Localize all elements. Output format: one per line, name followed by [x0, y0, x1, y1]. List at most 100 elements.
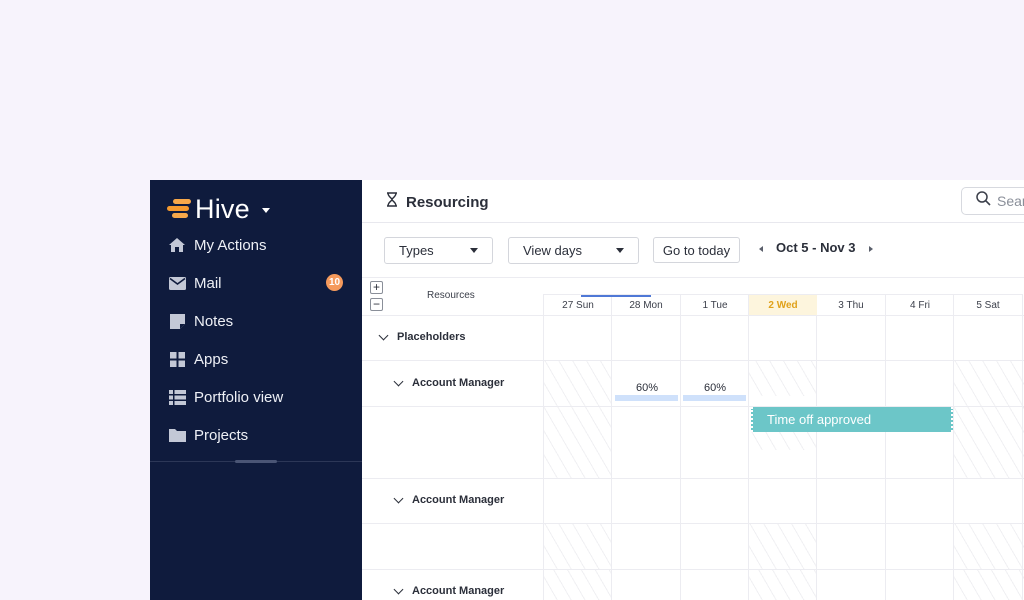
resource-row-account-manager[interactable]: Account Manager	[393, 584, 505, 597]
nonworking-cell	[954, 360, 1024, 406]
grid-line	[680, 294, 681, 600]
resource-row-account-manager[interactable]: Account Manager	[393, 376, 505, 389]
nonworking-cell	[544, 570, 611, 600]
grid-line	[1022, 294, 1023, 600]
sidebar-resize-handle[interactable]	[235, 460, 277, 463]
grid-line	[611, 294, 612, 600]
apps-icon	[168, 350, 186, 368]
folder-icon	[168, 426, 186, 444]
grid-line	[748, 294, 749, 600]
nonworking-cell	[954, 570, 1024, 600]
view-days-dropdown[interactable]: View days	[508, 237, 639, 264]
grid-line	[362, 478, 1024, 479]
previous-range-icon[interactable]	[759, 246, 763, 252]
resource-label: Account Manager	[412, 494, 505, 506]
allocation-bar	[615, 395, 678, 401]
time-off-block[interactable]: Time off approved	[751, 407, 953, 432]
types-dropdown-label: Types	[399, 243, 434, 258]
grid-line	[362, 360, 1024, 361]
sidebar-item-label: Portfolio view	[194, 388, 284, 406]
nonworking-cell	[749, 523, 817, 569]
nonworking-cell	[544, 406, 611, 478]
allocation-block[interactable]: 60%	[615, 379, 679, 405]
sidebar-item-label: Notes	[194, 312, 234, 330]
sidebar-item-mail[interactable]: Mail 10	[150, 264, 362, 302]
grid-line	[885, 294, 886, 600]
next-range-icon[interactable]	[869, 246, 873, 252]
day-header: 3 Thu	[817, 294, 885, 315]
sidebar-item-projects[interactable]: Projects	[150, 416, 362, 454]
nonworking-cell	[749, 360, 816, 396]
allocation-block[interactable]: 60%	[683, 379, 747, 405]
hourglass-icon	[386, 192, 398, 212]
day-header: 4 Fri	[886, 294, 954, 315]
day-header: 27 Sun	[544, 294, 612, 315]
resource-grid: + − Resources 27 Sun 28 Mon 1 Tue 2 Wed …	[362, 278, 1024, 600]
chevron-down-icon	[393, 493, 404, 503]
types-dropdown[interactable]: Types	[384, 237, 493, 264]
nonworking-cell	[544, 360, 611, 406]
chevron-down-icon	[470, 248, 478, 253]
search-icon	[976, 191, 991, 211]
sidebar-item-label: Projects	[194, 426, 249, 444]
search-placeholder: Search	[997, 193, 1024, 209]
group-label: Placeholders	[397, 331, 466, 343]
view-days-dropdown-label: View days	[523, 243, 583, 258]
allocation-percent: 60%	[635, 382, 659, 394]
page-header: Resourcing Search	[362, 180, 1024, 223]
sidebar-item-label: Apps	[194, 350, 229, 368]
unread-count-badge: 10	[326, 274, 343, 291]
chevron-down-icon	[393, 376, 404, 386]
resource-row-account-manager[interactable]: Account Manager	[393, 493, 505, 506]
nonworking-cell	[544, 523, 611, 569]
grid-line	[362, 523, 1024, 524]
workspace-switcher[interactable]: Hive	[167, 194, 270, 224]
app-name: Hive	[195, 193, 250, 224]
date-range-label: Oct 5 - Nov 3	[776, 240, 856, 255]
sidebar-nav: My Actions Mail 10 Notes Apps Portfolio …	[150, 226, 362, 454]
app-window: Hive My Actions Mail 10 Notes Apps Portf…	[150, 180, 1024, 600]
chevron-down-icon	[393, 584, 404, 594]
sidebar-item-label: My Actions	[194, 236, 267, 254]
sidebar-item-notes[interactable]: Notes	[150, 302, 362, 340]
allocation-bar	[683, 395, 746, 401]
toolbar: Types View days Go to today Oct 5 - Nov …	[362, 224, 1024, 278]
chevron-down-icon	[378, 330, 389, 340]
nonworking-cell	[954, 523, 1024, 569]
main-panel: Resourcing Search Types View days Go to …	[362, 180, 1024, 600]
resources-column-header: Resources	[427, 290, 475, 301]
group-row-placeholders[interactable]: Placeholders	[378, 330, 466, 343]
grid-line	[543, 294, 544, 600]
grid-line	[953, 294, 954, 600]
day-header-today: 2 Wed	[749, 294, 817, 315]
home-icon	[168, 236, 186, 254]
expand-all-button[interactable]: +	[370, 281, 383, 294]
hive-logo-icon	[167, 198, 193, 220]
grid-line	[816, 294, 817, 600]
allocation-percent: 60%	[703, 382, 727, 394]
note-icon	[168, 312, 186, 330]
sidebar: Hive My Actions Mail 10 Notes Apps Portf…	[150, 180, 362, 600]
sidebar-item-apps[interactable]: Apps	[150, 340, 362, 378]
resource-label: Account Manager	[412, 585, 505, 597]
caret-down-icon[interactable]	[261, 207, 270, 213]
resource-label: Account Manager	[412, 377, 505, 389]
mail-icon	[168, 274, 186, 292]
nonworking-cell	[749, 432, 817, 450]
search-input[interactable]: Search	[961, 187, 1024, 215]
sidebar-item-portfolio-view[interactable]: Portfolio view	[150, 378, 362, 416]
nonworking-cell	[749, 570, 817, 600]
page-title: Resourcing	[406, 193, 489, 211]
day-header: 1 Tue	[681, 294, 749, 315]
grid-line	[362, 315, 1024, 316]
grid-line	[362, 569, 1024, 570]
chevron-down-icon	[616, 248, 624, 253]
sidebar-item-label: Mail	[194, 274, 222, 292]
go-to-today-button[interactable]: Go to today	[653, 237, 740, 263]
collapse-all-button[interactable]: −	[370, 298, 383, 311]
day-header: 5 Sat	[954, 294, 1022, 315]
list-icon	[168, 388, 186, 406]
nonworking-cell	[954, 406, 1024, 478]
sidebar-item-my-actions[interactable]: My Actions	[150, 226, 362, 264]
day-header: 28 Mon	[612, 294, 680, 315]
